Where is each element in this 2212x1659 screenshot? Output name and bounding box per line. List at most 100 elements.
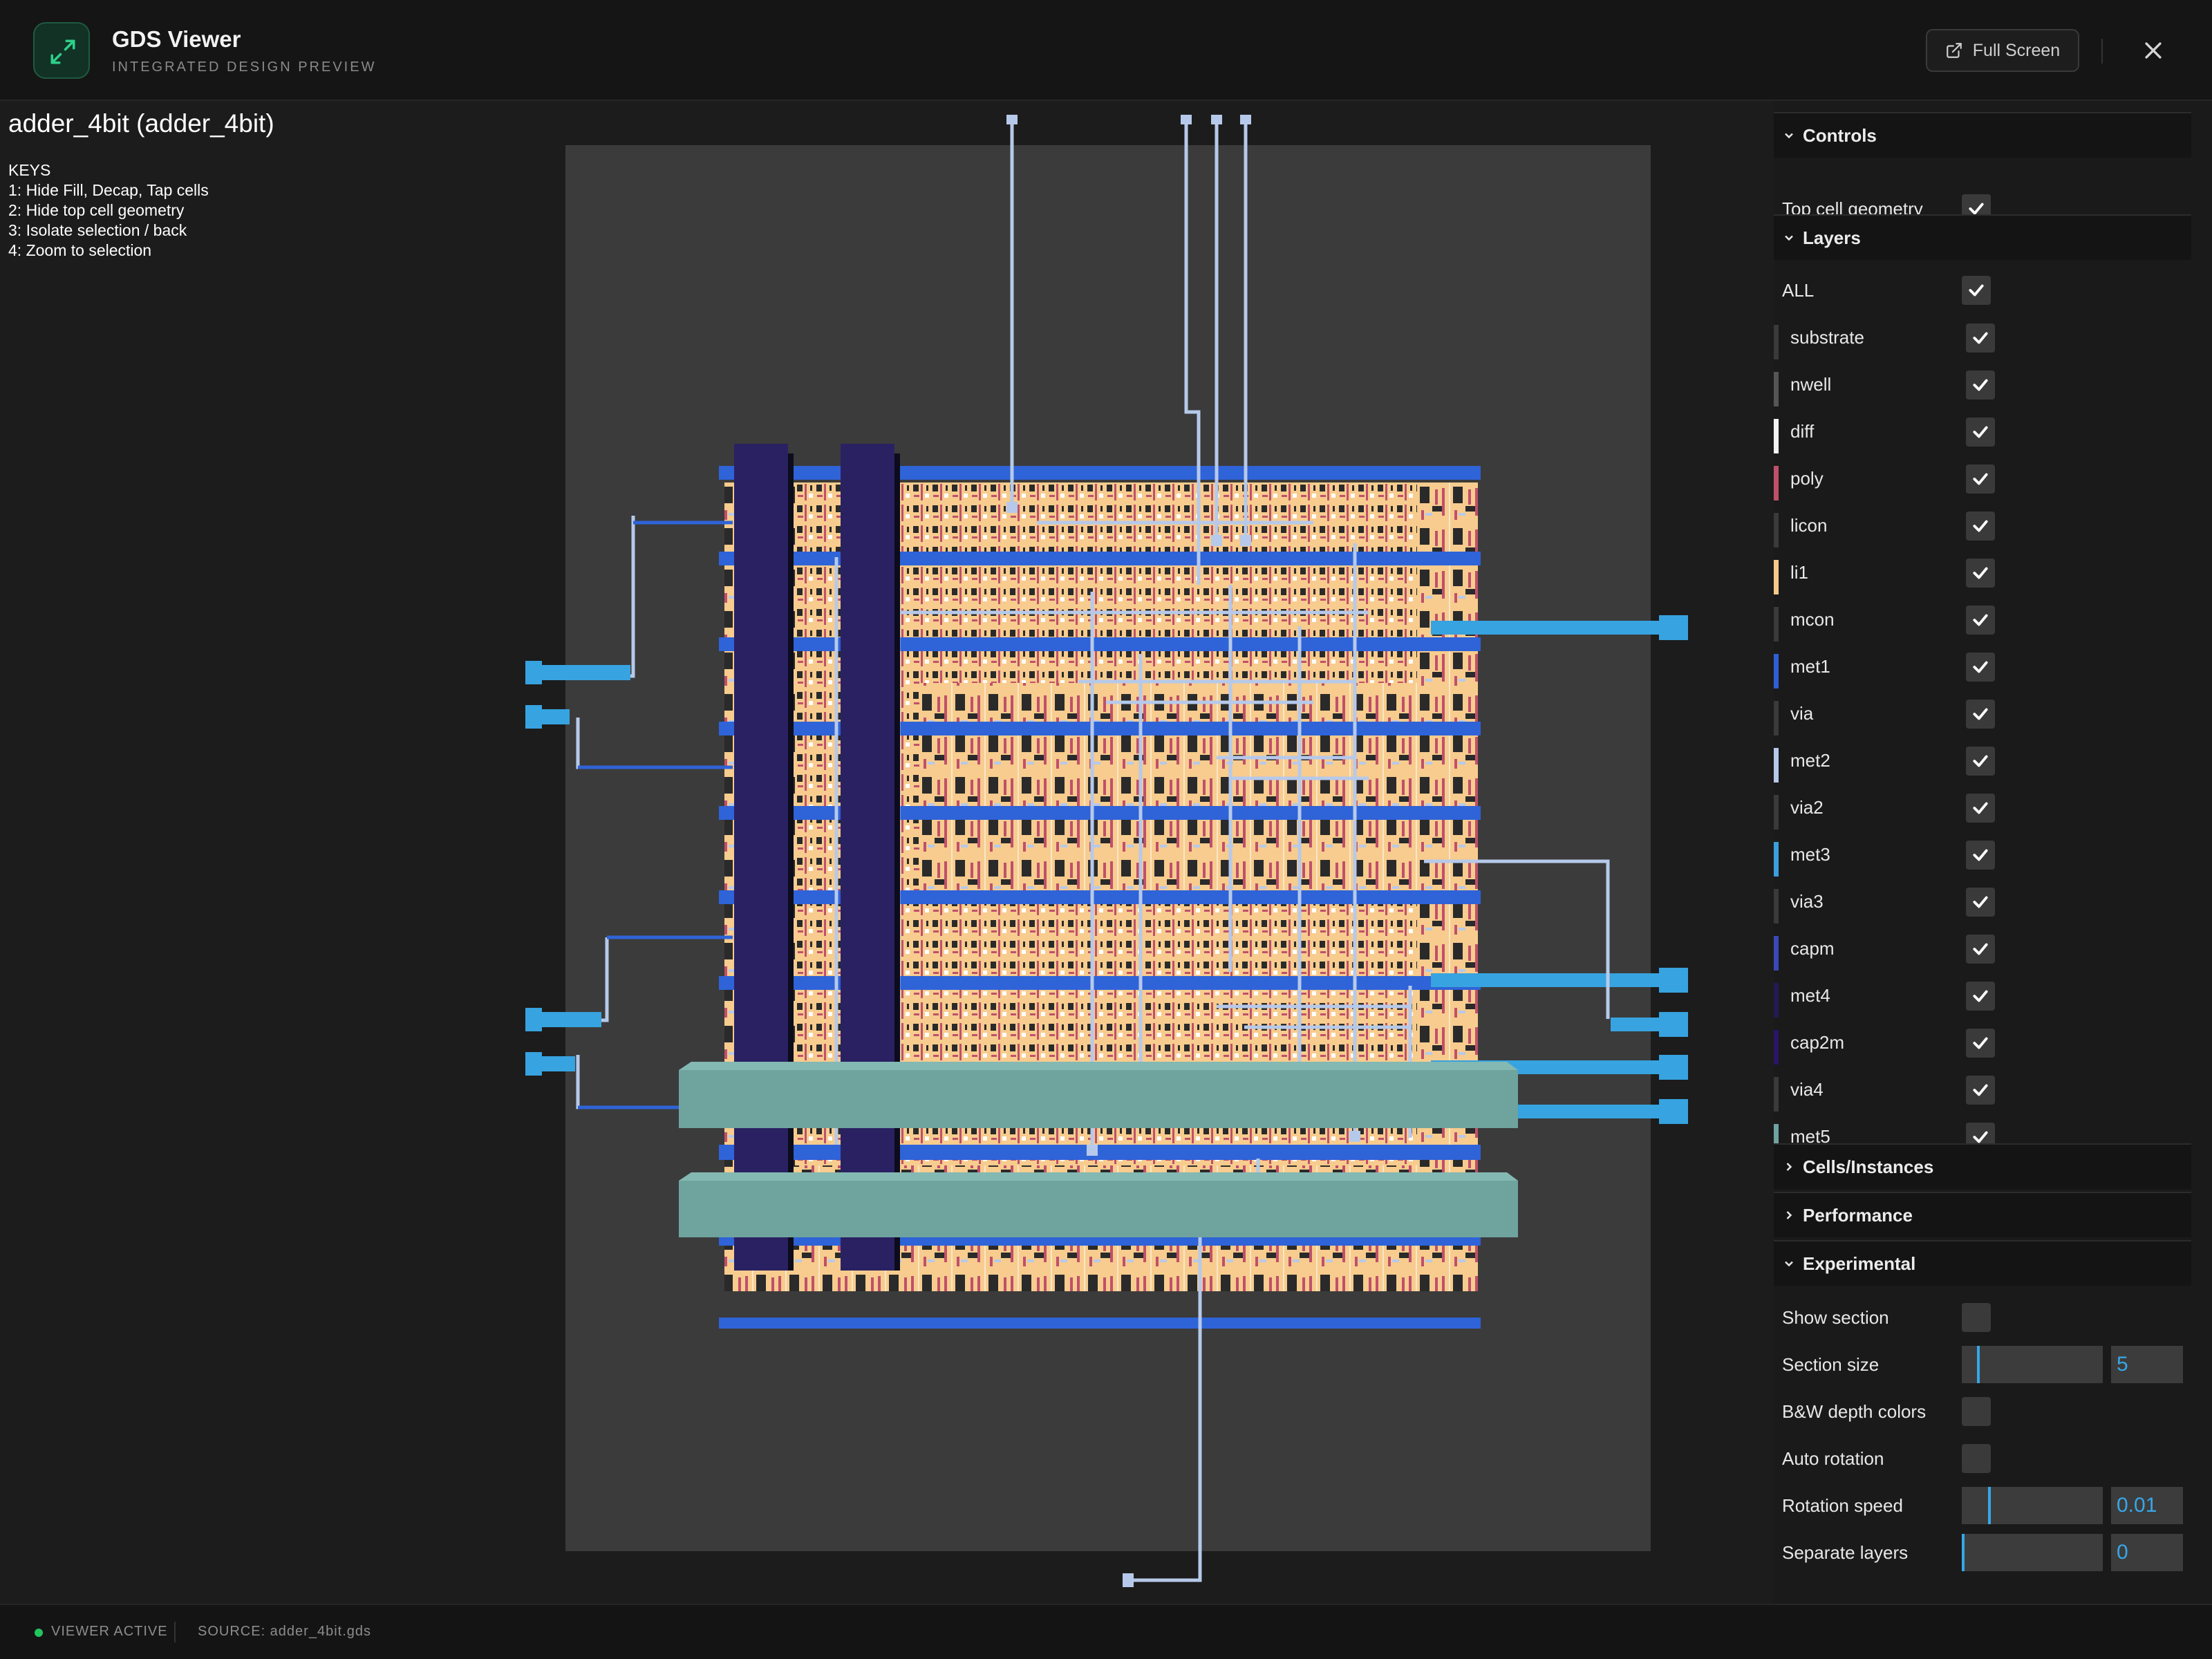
layer-color-swatch <box>1774 466 1779 500</box>
layer-visibility-checkbox[interactable] <box>1966 747 1995 776</box>
bw-depth-row: B&W depth colors <box>1774 1388 2191 1435</box>
layer-color-swatch <box>1774 607 1779 641</box>
layer-row-nwell: nwell <box>1774 361 2191 408</box>
rotation-speed-row: Rotation speed 0.01 <box>1774 1482 2191 1529</box>
slider-handle[interactable] <box>1977 1346 1980 1383</box>
chevron-down-icon <box>1782 231 1803 245</box>
rotation-speed-slider[interactable] <box>1962 1487 2103 1524</box>
close-icon <box>2145 42 2162 59</box>
show-section-checkbox[interactable] <box>1962 1303 1991 1332</box>
layer-color-swatch <box>1774 983 1779 1018</box>
layer-label: via2 <box>1790 796 1824 818</box>
layer-label: mcon <box>1790 608 1835 630</box>
full-screen-button[interactable]: Full Screen <box>1926 29 2079 72</box>
layer-color-swatch <box>1774 795 1779 830</box>
layer-row-via4: via4 <box>1774 1066 2191 1113</box>
layer-visibility-checkbox[interactable] <box>1966 700 1995 729</box>
layer-color-swatch <box>1774 1030 1779 1065</box>
auto-rotation-row: Auto rotation <box>1774 1435 2191 1482</box>
show-section-label: Show section <box>1782 1306 1889 1328</box>
layer-color-swatch <box>1774 372 1779 406</box>
layer-visibility-checkbox[interactable] <box>1966 888 1995 917</box>
slider-handle[interactable] <box>1962 1534 1965 1571</box>
close-button[interactable] <box>2136 33 2171 68</box>
separate-layers-row: Separate layers 0 <box>1774 1529 2191 1576</box>
experimental-heading: Experimental <box>1803 1253 1916 1274</box>
layer-visibility-checkbox[interactable] <box>1966 324 1995 353</box>
layer-color-swatch <box>1774 325 1779 359</box>
layer-row-via3: via3 <box>1774 878 2191 925</box>
layout-render[interactable] <box>0 101 1774 1604</box>
layer-row-via2: via2 <box>1774 784 2191 831</box>
section-size-label: Section size <box>1782 1353 1880 1375</box>
layer-color-swatch <box>1774 842 1779 877</box>
layer-label: substrate <box>1790 326 1864 348</box>
source-file: SOURCE: adder_4bit.gds <box>198 1624 372 1639</box>
layer-visibility-checkbox[interactable] <box>1966 465 1995 494</box>
separate-layers-input[interactable]: 0 <box>2111 1534 2183 1571</box>
layer-visibility-checkbox[interactable] <box>1966 935 1995 964</box>
layer-label: licon <box>1790 514 1828 536</box>
expand-arrows-icon <box>33 22 90 79</box>
layer-label: met1 <box>1790 655 1830 677</box>
layer-color-swatch <box>1774 701 1779 735</box>
layers-section-header[interactable]: Layers <box>1774 214 2191 260</box>
layer-visibility-checkbox[interactable] <box>1966 794 1995 823</box>
layer-visibility-checkbox[interactable] <box>1966 559 1995 588</box>
layer-all-label: ALL <box>1782 279 1815 301</box>
header-divider <box>2101 39 2103 64</box>
layer-visibility-checkbox[interactable] <box>1966 982 1995 1011</box>
layer-visibility-checkbox[interactable] <box>1966 653 1995 682</box>
separate-layers-label: Separate layers <box>1782 1541 1909 1563</box>
layer-row-cap2m: cap2m <box>1774 1019 2191 1066</box>
show-section-row: Show section <box>1774 1294 2191 1341</box>
controls-heading: Controls <box>1803 124 1877 146</box>
layer-label: met4 <box>1790 984 1830 1006</box>
layer-row-mcon: mcon <box>1774 596 2191 643</box>
app-title: GDS Viewer <box>112 26 241 52</box>
separate-layers-slider[interactable] <box>1962 1534 2103 1571</box>
layer-visibility-checkbox[interactable] <box>1966 841 1995 870</box>
layer-label: via4 <box>1790 1078 1824 1100</box>
layer-color-swatch <box>1774 513 1779 547</box>
bw-depth-checkbox[interactable] <box>1962 1397 1991 1426</box>
layer-row-met3: met3 <box>1774 831 2191 878</box>
rotation-speed-input[interactable]: 0.01 <box>2111 1487 2183 1524</box>
layer-row-met4: met4 <box>1774 972 2191 1019</box>
performance-section-header[interactable]: Performance <box>1774 1192 2191 1237</box>
keyboard-shortcuts: KEYS 1: Hide Fill, Decap, Tap cells 2: H… <box>8 160 209 261</box>
gds-3d-viewport[interactable]: adder_4bit (adder_4bit) KEYS 1: Hide Fil… <box>0 101 1774 1604</box>
layer-visibility-checkbox[interactable] <box>1966 512 1995 541</box>
layer-visibility-checkbox[interactable] <box>1966 606 1995 635</box>
key-hint: 2: Hide top cell geometry <box>8 201 185 219</box>
rotation-speed-label: Rotation speed <box>1782 1494 1903 1516</box>
controls-section-header[interactable]: Controls <box>1774 112 2191 158</box>
experimental-section-header[interactable]: Experimental <box>1774 1240 2191 1286</box>
section-size-input[interactable]: 5 <box>2111 1346 2183 1383</box>
auto-rotation-checkbox[interactable] <box>1962 1444 1991 1473</box>
layer-visibility-checkbox[interactable] <box>1966 418 1995 447</box>
chevron-right-icon <box>1782 1160 1803 1174</box>
status-bar: VIEWER ACTIVE SOURCE: adder_4bit.gds <box>0 1604 2212 1659</box>
chevron-down-icon <box>1782 129 1803 142</box>
layer-label: nwell <box>1790 373 1832 395</box>
chevron-down-icon <box>1782 1257 1803 1271</box>
keys-heading: KEYS <box>8 161 51 179</box>
app-subtitle: INTEGRATED DESIGN PREVIEW <box>112 59 377 75</box>
layer-visibility-checkbox[interactable] <box>1966 1029 1995 1058</box>
layer-row-poly: poly <box>1774 455 2191 502</box>
cells-section-header[interactable]: Cells/Instances <box>1774 1143 2191 1189</box>
layer-all-checkbox[interactable] <box>1962 276 1991 305</box>
layer-color-swatch <box>1774 419 1779 453</box>
layer-visibility-checkbox[interactable] <box>1966 1076 1995 1105</box>
full-screen-label: Full Screen <box>1972 40 2061 60</box>
layer-visibility-checkbox[interactable] <box>1966 371 1995 400</box>
key-hint: 3: Isolate selection / back <box>8 221 187 239</box>
key-hint: 1: Hide Fill, Decap, Tap cells <box>8 181 209 199</box>
section-size-slider[interactable] <box>1962 1346 2103 1383</box>
layer-color-swatch <box>1774 936 1779 971</box>
slider-handle[interactable] <box>1988 1487 1991 1524</box>
layers-heading: Layers <box>1803 227 1861 248</box>
viewer-status: VIEWER ACTIVE <box>51 1624 168 1639</box>
layer-label: met3 <box>1790 843 1830 865</box>
